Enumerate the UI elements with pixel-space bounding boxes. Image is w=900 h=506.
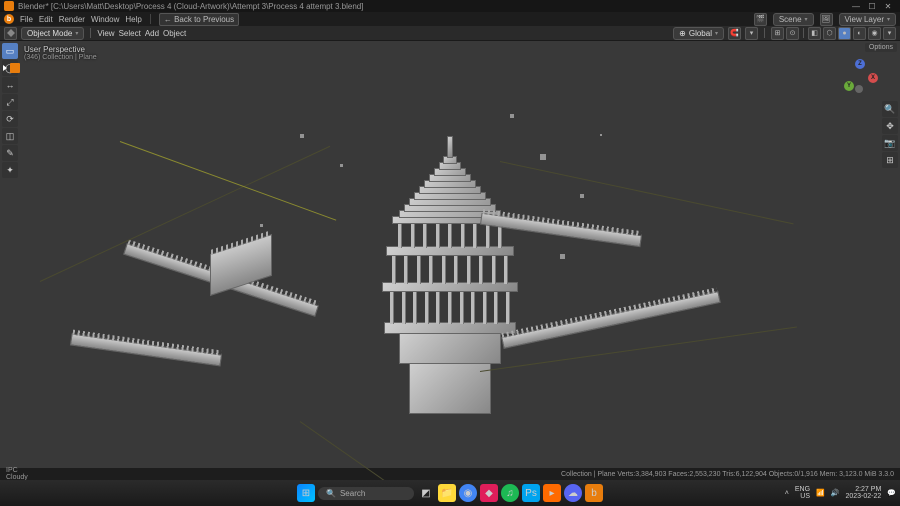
chevron-down-icon: ▾: [75, 30, 78, 37]
axis-x[interactable]: X: [868, 73, 878, 83]
scene-model: [380, 74, 520, 414]
blender-app-icon: [4, 1, 14, 11]
axis-z[interactable]: Z: [855, 59, 865, 69]
tray-lang[interactable]: ENG: [795, 486, 810, 493]
axis-neg[interactable]: [855, 85, 863, 93]
scene-selector[interactable]: Scene▾: [773, 13, 814, 26]
expand-arrow-icon: [3, 65, 7, 71]
shading-controls: ⊞ ⊙ ◧ ⬡ ● ◐ ◉ ▾: [771, 27, 896, 40]
start-button[interactable]: ⊞: [297, 484, 315, 502]
chevron-down-icon: ▾: [805, 16, 808, 23]
menu-add[interactable]: Add: [145, 29, 159, 38]
back-to-previous-button[interactable]: ← Back to Previous: [159, 13, 239, 26]
tray-region: US: [800, 493, 810, 500]
view-layer-selector[interactable]: View Layer▾: [839, 13, 896, 26]
tool-select-box[interactable]: ▭: [2, 43, 18, 59]
context-label: (346) Collection | Plane: [24, 54, 97, 61]
editor-type-icon[interactable]: [4, 27, 17, 40]
active-object-icon: [10, 63, 20, 73]
discord-icon[interactable]: ☁: [564, 484, 582, 502]
system-tray[interactable]: ˄ ENGUS 📶 🔊 2:27 PM2023-02-22 💬: [785, 486, 896, 500]
search-icon: 🔍: [326, 489, 336, 498]
menu-file[interactable]: File: [20, 15, 33, 24]
maximize-button[interactable]: ☐: [864, 0, 880, 12]
mode-selector[interactable]: Object Mode▾: [21, 27, 84, 40]
menu-window[interactable]: Window: [91, 15, 119, 24]
status-left: IPC Cloudy: [6, 467, 28, 481]
blender-taskbar-icon[interactable]: b: [585, 484, 603, 502]
orientation-selector[interactable]: ⊕ Global▾: [673, 27, 724, 40]
view-name-label: User Perspective: [24, 45, 97, 54]
cube-icon: [7, 29, 15, 37]
status-bar: IPC Cloudy Collection | Plane Verts:3,38…: [0, 468, 900, 480]
navigation-gizmo[interactable]: X Y Z: [842, 59, 878, 95]
snap-options[interactable]: ▾: [745, 27, 758, 40]
solid-shading[interactable]: ●: [838, 27, 851, 40]
shading-options[interactable]: ▾: [883, 27, 896, 40]
chevron-down-icon: ▾: [715, 30, 718, 37]
title-bar: Blender* [C:\Users\Matt\Desktop\Process …: [0, 0, 900, 12]
tray-chevron-icon[interactable]: ˄: [785, 490, 789, 497]
search-placeholder: Search: [340, 489, 365, 498]
rendered-shading[interactable]: ◉: [868, 27, 881, 40]
chevron-down-icon: ▾: [887, 16, 890, 23]
menu-bar: b File Edit Render Window Help ← Back to…: [0, 12, 900, 26]
viewport-3d[interactable]: ▭ ◯ ↔ ⤢ ⟳ ◫ ✎ ✦ User Perspective (346) C…: [0, 41, 900, 481]
menu-edit[interactable]: Edit: [39, 15, 53, 24]
viewport-overlay-text: User Perspective (346) Collection | Plan…: [24, 45, 97, 61]
tray-date: 2023-02-22: [845, 493, 881, 500]
pan-button[interactable]: ✥: [882, 118, 898, 134]
menu-select[interactable]: Select: [119, 29, 141, 38]
tool-rotate[interactable]: ⟳: [2, 111, 18, 127]
wifi-icon[interactable]: 📶: [816, 489, 825, 497]
perspective-toggle[interactable]: ⊞: [882, 152, 898, 168]
gizmo-toggle[interactable]: ⊞: [771, 27, 784, 40]
app-icon-2[interactable]: Ps: [522, 484, 540, 502]
options-tab[interactable]: Options: [865, 43, 897, 52]
ipc-label: IPC: [6, 467, 18, 474]
view-layer-icon[interactable]: 🖼: [820, 13, 833, 26]
axis-y[interactable]: Y: [844, 81, 854, 91]
tray-time[interactable]: 2:27 PM: [855, 486, 881, 493]
tool-measure[interactable]: ✦: [2, 162, 18, 178]
material-shading[interactable]: ◐: [853, 27, 866, 40]
viewport-header: Object Mode▾ View Select Add Object ⊕ Gl…: [0, 26, 900, 41]
taskbar-search[interactable]: 🔍 Search: [318, 487, 414, 500]
zoom-button[interactable]: 🔍: [882, 101, 898, 117]
scene-icon[interactable]: 🎬: [754, 13, 767, 26]
close-button[interactable]: ✕: [880, 0, 896, 12]
menu-divider: [150, 14, 151, 24]
window-title: Blender* [C:\Users\Matt\Desktop\Process …: [18, 2, 848, 11]
tool-transform[interactable]: ◫: [2, 128, 18, 144]
menu-view[interactable]: View: [97, 29, 114, 38]
explorer-icon[interactable]: 📁: [438, 484, 456, 502]
menu-render[interactable]: Render: [59, 15, 85, 24]
chrome-icon[interactable]: ◉: [459, 484, 477, 502]
xray-toggle[interactable]: ◧: [808, 27, 821, 40]
tool-annotate[interactable]: ✎: [2, 145, 18, 161]
notifications-icon[interactable]: 💬: [887, 489, 896, 497]
task-view-icon[interactable]: ◩: [417, 484, 435, 502]
app-icon-1[interactable]: ◆: [480, 484, 498, 502]
app-icon-3[interactable]: ▸: [543, 484, 561, 502]
windows-taskbar: ⊞ 🔍 Search ◩ 📁 ◉ ◆ ♫ Ps ▸ ☁ b ˄ ENGUS 📶 …: [0, 480, 900, 506]
scene-stats: Collection | Plane Verts:3,384,903 Faces…: [561, 471, 894, 478]
blender-logo-icon[interactable]: b: [4, 14, 14, 24]
menu-object[interactable]: Object: [163, 29, 186, 38]
collection-indicator[interactable]: [3, 63, 20, 73]
wireframe-shading[interactable]: ⬡: [823, 27, 836, 40]
viewport-sidebar: 🔍 ✥ 📷 ⊞: [882, 101, 898, 168]
overlay-toggle[interactable]: ⊙: [786, 27, 799, 40]
volume-icon[interactable]: 🔊: [831, 489, 840, 497]
minimize-button[interactable]: —: [848, 0, 864, 12]
tool-scale[interactable]: ⤢: [2, 94, 18, 110]
snap-toggle[interactable]: 🧲: [728, 27, 741, 40]
spotify-icon[interactable]: ♫: [501, 484, 519, 502]
tool-move[interactable]: ↔: [2, 77, 18, 93]
camera-view-button[interactable]: 📷: [882, 135, 898, 151]
menu-help[interactable]: Help: [125, 15, 141, 24]
